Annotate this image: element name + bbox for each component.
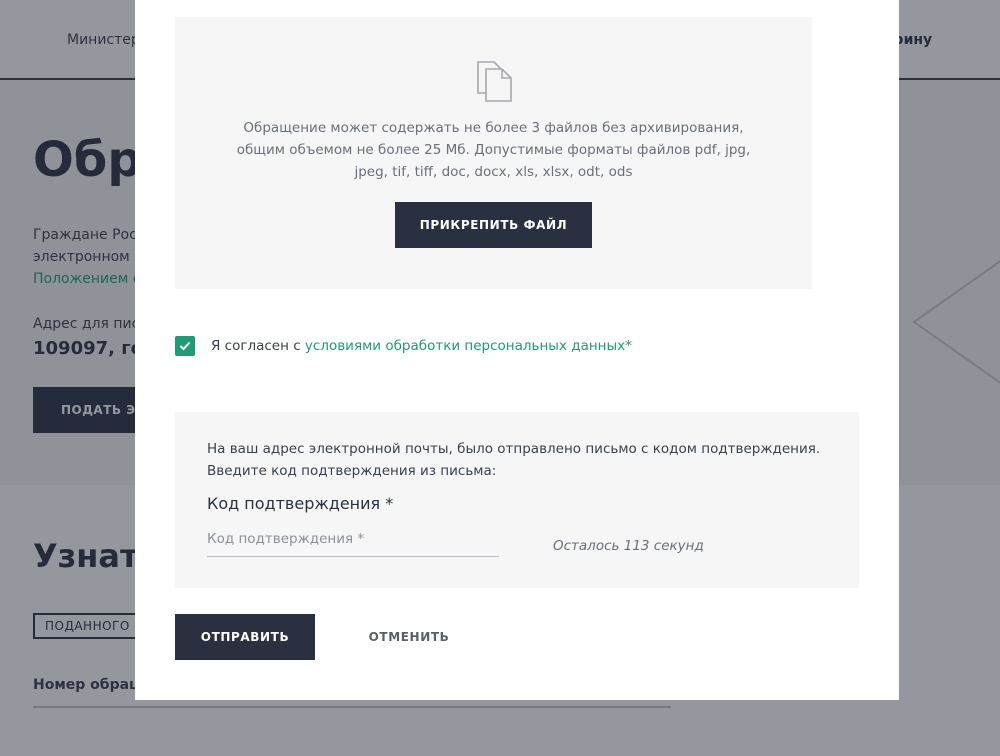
cancel-button[interactable]: ОТМЕНИТЬ bbox=[341, 614, 477, 660]
consent-checkbox[interactable] bbox=[175, 336, 195, 356]
upload-hint-line2: общим объемом не более 25 Мб. Допустимые… bbox=[236, 142, 751, 158]
confirmation-info-line1: На ваш адрес электронной почты, было отп… bbox=[207, 441, 821, 457]
confirmation-info-line2: Введите код подтверждения из письма: bbox=[207, 463, 497, 479]
consent-text-prefix: Я согласен с bbox=[211, 338, 305, 354]
countdown-timer: Осталось 113 секунд bbox=[553, 538, 704, 554]
upload-hint: Обращение может содержать не более 3 фай… bbox=[235, 117, 752, 183]
consent-label: Я согласен с условиями обработки персона… bbox=[211, 338, 632, 354]
file-upload-area[interactable]: Обращение может содержать не более 3 фай… bbox=[175, 17, 812, 289]
confirmation-code-input[interactable] bbox=[207, 522, 499, 557]
send-button[interactable]: ОТПРАВИТЬ bbox=[175, 614, 315, 660]
upload-hint-line3: jpeg, tif, tiff, doc, docx, xls, xlsx, o… bbox=[354, 164, 633, 180]
appeal-modal: Обращение может содержать не более 3 фай… bbox=[135, 0, 899, 700]
code-label: Код подтверждения * bbox=[207, 494, 394, 513]
confirmation-panel: На ваш адрес электронной почты, было отп… bbox=[175, 412, 859, 588]
consent-row: Я согласен с условиями обработки персона… bbox=[175, 336, 632, 356]
confirmation-info: На ваш адрес электронной почты, было отп… bbox=[207, 438, 820, 482]
personal-data-terms-link[interactable]: условиями обработки персональных данных* bbox=[305, 338, 632, 354]
checkmark-icon bbox=[179, 341, 191, 351]
file-copy-icon bbox=[477, 61, 512, 102]
upload-hint-line1: Обращение может содержать не более 3 фай… bbox=[243, 120, 744, 136]
attach-file-button[interactable]: ПРИКРЕПИТЬ ФАЙЛ bbox=[395, 202, 592, 248]
